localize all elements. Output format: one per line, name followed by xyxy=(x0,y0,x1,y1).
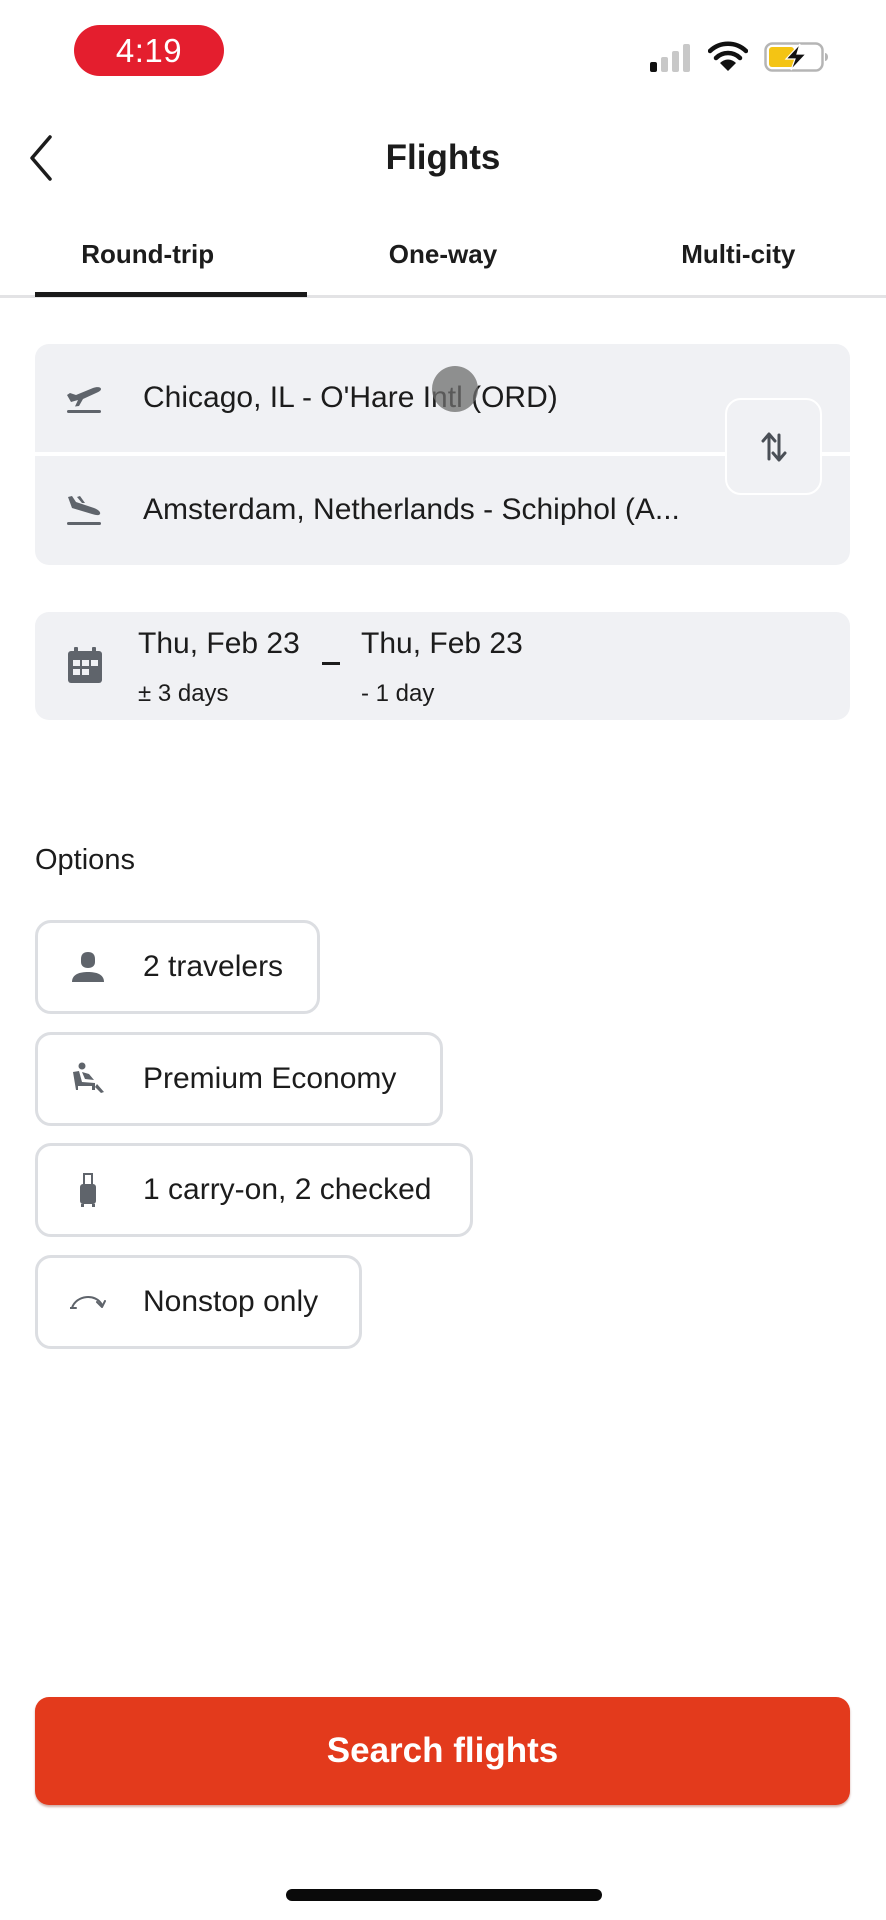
stops-value: Nonstop only xyxy=(143,1285,319,1318)
touch-indicator xyxy=(432,366,478,412)
origin-field[interactable]: Chicago, IL - O'Hare Intl (ORD) xyxy=(35,344,725,452)
cabin-class-value: Premium Economy xyxy=(143,1062,397,1095)
return-flex: - 1 day xyxy=(361,680,435,707)
signal-bar xyxy=(650,62,657,72)
destination-value: Amsterdam, Netherlands - Schiphol (A... xyxy=(143,493,680,526)
nonstop-arc-icon xyxy=(66,1292,110,1312)
travelers-chip[interactable]: 2 travelers xyxy=(35,920,320,1014)
return-date: Thu, Feb 23 xyxy=(361,627,523,660)
stops-chip[interactable]: Nonstop only xyxy=(35,1255,362,1349)
trip-type-tabs: Round-trip One-way Multi-city xyxy=(0,225,886,297)
swap-airports-button[interactable] xyxy=(725,398,822,495)
travelers-value: 2 travelers xyxy=(143,950,284,983)
tab-multi-city[interactable]: Multi-city xyxy=(591,225,886,297)
signal-bar xyxy=(672,51,679,72)
bags-chip[interactable]: 1 carry-on, 2 checked xyxy=(35,1143,473,1237)
landing-icon xyxy=(65,494,133,526)
person-icon xyxy=(66,951,110,983)
signal-bar xyxy=(683,44,690,72)
search-flights-button[interactable]: Search flights xyxy=(35,1697,850,1805)
destination-field[interactable]: Amsterdam, Netherlands - Schiphol (A... xyxy=(35,456,725,564)
luggage-icon xyxy=(66,1172,110,1208)
seat-icon xyxy=(66,1062,110,1096)
wifi-icon xyxy=(708,41,748,71)
active-tab-indicator xyxy=(35,292,307,297)
depart-date: Thu, Feb 23 xyxy=(138,627,300,660)
cabin-class-chip[interactable]: Premium Economy xyxy=(35,1032,443,1126)
home-indicator[interactable] xyxy=(286,1889,602,1901)
origin-value: Chicago, IL - O'Hare Intl (ORD) xyxy=(143,381,558,414)
tab-one-way[interactable]: One-way xyxy=(295,225,590,297)
battery-charging-icon xyxy=(764,42,828,72)
status-time: 4:19 xyxy=(74,25,224,76)
options-heading: Options xyxy=(35,844,135,876)
depart-flex: ± 3 days xyxy=(138,680,229,707)
date-range-separator xyxy=(322,662,340,665)
tab-round-trip[interactable]: Round-trip xyxy=(0,225,295,297)
calendar-icon xyxy=(68,647,102,683)
bags-value: 1 carry-on, 2 checked xyxy=(143,1173,432,1206)
swap-vertical-icon xyxy=(761,432,786,461)
page-title: Flights xyxy=(385,138,501,177)
signal-bar xyxy=(661,57,668,72)
cellular-signal-icon xyxy=(650,44,692,72)
takeoff-icon xyxy=(65,382,133,414)
